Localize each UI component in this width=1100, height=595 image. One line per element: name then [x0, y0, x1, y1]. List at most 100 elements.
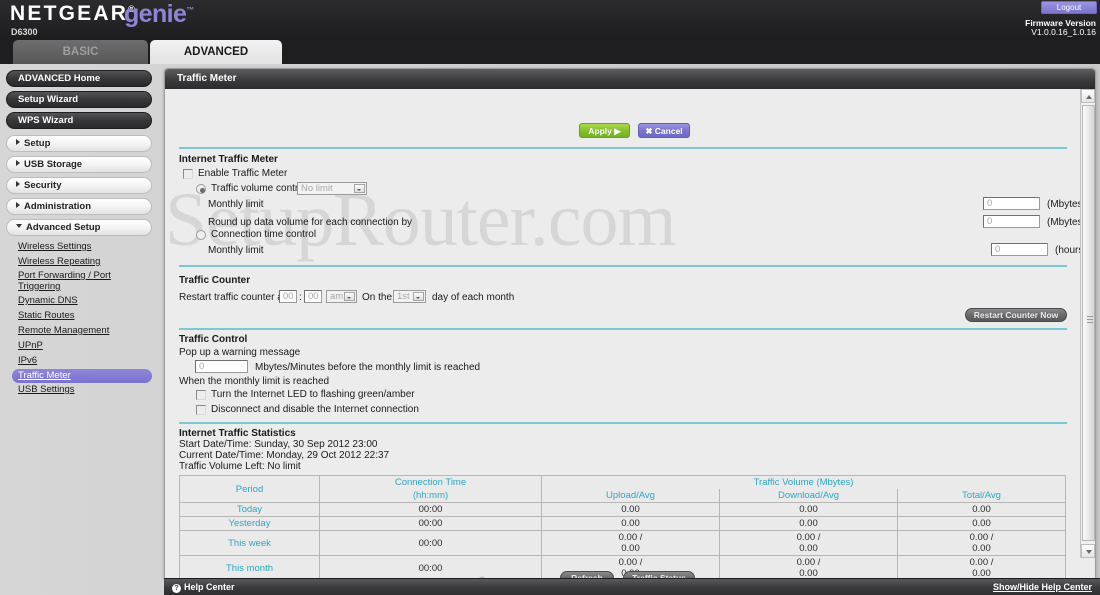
roundup-input[interactable]: 0: [983, 215, 1040, 228]
row-period: Yesterday: [179, 516, 320, 531]
sidebar-group-advanced-setup-label: Advanced Setup: [26, 222, 101, 233]
main-tab-strip: BASIC ADVANCED: [0, 38, 1100, 64]
sidebar-item-dynamic-dns[interactable]: Dynamic DNS: [18, 294, 152, 309]
day-of-month-value: 1st: [397, 291, 410, 302]
sidebar-group-usb-storage[interactable]: USB Storage: [6, 156, 152, 173]
day-suffix-label: day of each month: [432, 292, 515, 303]
row-total: 0.00 / 0.00: [897, 530, 1066, 556]
traffic-volume-left: Traffic Volume Left: No limit: [179, 461, 301, 472]
connection-time-control-label: Connection time control: [211, 229, 317, 240]
chevron-right-icon: [16, 139, 20, 145]
scroll-down-button[interactable]: [1081, 544, 1095, 558]
enable-traffic-meter-checkbox[interactable]: [183, 169, 193, 179]
on-the-label: On the: [362, 292, 393, 303]
divider-top: [179, 147, 1067, 149]
restart-counter-now-button[interactable]: Restart Counter Now: [965, 308, 1067, 322]
section-title-statistics: Internet Traffic Statistics: [179, 428, 296, 439]
ampm-select-value: am: [330, 291, 344, 302]
sidebar-item-wireless-repeating[interactable]: Wireless Repeating: [18, 255, 152, 270]
router-model-label: D6300: [11, 27, 38, 37]
sidebar-item-upnp[interactable]: UPnP: [18, 339, 152, 354]
sidebar-item-remote-management[interactable]: Remote Management: [18, 324, 152, 339]
popup-warning-label: Pop up a warning message: [179, 347, 301, 358]
section-title-traffic-control: Traffic Control: [179, 334, 248, 345]
sidebar-item-usb-settings[interactable]: USB Settings: [18, 383, 152, 398]
chevron-right-icon: [16, 202, 20, 208]
help-center-label: Help Center: [184, 582, 235, 592]
sidebar-group-setup[interactable]: Setup: [6, 135, 152, 152]
row-download: 0.00 / 0.00: [719, 530, 898, 556]
ampm-select[interactable]: am: [326, 290, 357, 303]
current-datetime: Current Date/Time: Monday, 29 Oct 2012 2…: [179, 450, 390, 461]
sidebar-group-security[interactable]: Security: [6, 177, 152, 194]
row-period: This month: [179, 555, 320, 578]
row-download: 0.00 / 0.00: [719, 555, 898, 578]
enable-traffic-meter-label: Enable Traffic Meter: [198, 168, 288, 179]
scroll-up-button[interactable]: [1081, 89, 1095, 103]
sidebar-group-administration[interactable]: Administration: [6, 198, 152, 215]
header-connection-time-unit: (hh:mm): [319, 489, 542, 503]
sidebar-item-wireless-settings[interactable]: Wireless Settings: [18, 240, 152, 255]
content-panel: Traffic Meter SetupRouter.com Apply ▶ ✖ …: [164, 68, 1096, 579]
row-upload: 0.00 / 0.00: [541, 530, 720, 556]
header-connection-time: Connection Time: [319, 475, 542, 489]
scrollbar-thumb[interactable]: [1082, 105, 1095, 541]
logout-button[interactable]: Logout: [1041, 1, 1097, 14]
netgear-logo: NETGEAR®: [10, 2, 135, 25]
chevron-down-icon: [413, 292, 424, 301]
chevron-down-icon: [16, 224, 22, 228]
divider-traffic-control: [179, 328, 1067, 330]
traffic-volume-control-radio[interactable]: [196, 184, 206, 194]
apply-button[interactable]: Apply ▶: [579, 123, 630, 138]
popup-threshold-input[interactable]: 0: [195, 360, 248, 373]
sidebar-item-traffic-meter[interactable]: Traffic Meter: [12, 369, 152, 383]
row-upload: 0.00: [541, 502, 720, 517]
netgear-genie-admin-page: NETGEAR® genie™ D6300 Logout Firmware Ve…: [0, 0, 1100, 595]
cancel-button[interactable]: ✖ Cancel: [638, 123, 690, 138]
row-connection-time: 00:00: [319, 555, 542, 578]
row-connection-time: 00:00: [319, 502, 542, 517]
restart-counter-prefix: Restart traffic counter at: [179, 292, 286, 303]
row-total: 0.00: [897, 516, 1066, 531]
show-hide-help-center-link[interactable]: Show/Hide Help Center: [993, 582, 1092, 592]
restart-hour-input[interactable]: 00: [279, 290, 297, 303]
table-header-row-1: Period Connection Time Traffic Volume (M…: [179, 475, 1066, 503]
sidebar-group-setup-label: Setup: [24, 138, 51, 149]
sidebar-item-ipv6[interactable]: IPv6: [18, 354, 152, 369]
sidebar-group-security-label: Security: [24, 180, 62, 191]
sidebar-item-advanced-home[interactable]: ADVANCED Home: [6, 70, 152, 87]
time-monthly-limit-input[interactable]: 0: [991, 243, 1048, 256]
start-datetime: Start Date/Time: Sunday, 30 Sep 2012 23:…: [179, 439, 378, 450]
help-center-button[interactable]: ? Help Center: [172, 582, 235, 593]
chevron-right-icon: [16, 160, 20, 166]
volume-control-select[interactable]: No limit: [297, 182, 367, 195]
row-connection-time: 00:00: [319, 530, 542, 556]
monthly-limit-input[interactable]: 0: [983, 197, 1040, 210]
disconnect-internet-checkbox[interactable]: [196, 405, 206, 415]
tab-advanced[interactable]: ADVANCED: [150, 40, 282, 64]
panel-body: SetupRouter.com Apply ▶ ✖ Cancel Interne…: [165, 89, 1095, 578]
day-of-month-select[interactable]: 1st: [393, 290, 426, 303]
row-total: 0.00: [897, 502, 1066, 517]
genie-trademark: ™: [186, 5, 194, 15]
scrollbar-grip: [1087, 316, 1093, 324]
roundup-label: Round up data volume for each connection…: [208, 217, 413, 228]
sidebar-item-wps-wizard[interactable]: WPS Wizard: [6, 112, 152, 129]
restart-minute-input[interactable]: 00: [304, 290, 322, 303]
row-period: Today: [179, 502, 320, 517]
row-period: This week: [179, 530, 320, 556]
sidebar-item-static-routes[interactable]: Static Routes: [18, 309, 152, 324]
content-vertical-scrollbar[interactable]: [1080, 89, 1095, 558]
divider-statistics: [179, 422, 1067, 424]
sidebar-group-advanced-setup[interactable]: Advanced Setup: [6, 219, 152, 236]
led-flashing-checkbox[interactable]: [196, 390, 206, 400]
tab-basic[interactable]: BASIC: [13, 40, 148, 64]
row-download: 0.00: [719, 516, 898, 531]
row-download: 0.00: [719, 502, 898, 517]
header-total: Total/Avg: [897, 489, 1066, 503]
sidebar-item-port-forwarding[interactable]: Port Forwarding / Port Triggering: [18, 270, 152, 294]
traffic-statistics-table: Period Connection Time Traffic Volume (M…: [179, 475, 1066, 578]
connection-time-control-radio[interactable]: [196, 230, 206, 240]
genie-wordmark: genie™: [124, 0, 194, 28]
sidebar-item-setup-wizard[interactable]: Setup Wizard: [6, 91, 152, 108]
